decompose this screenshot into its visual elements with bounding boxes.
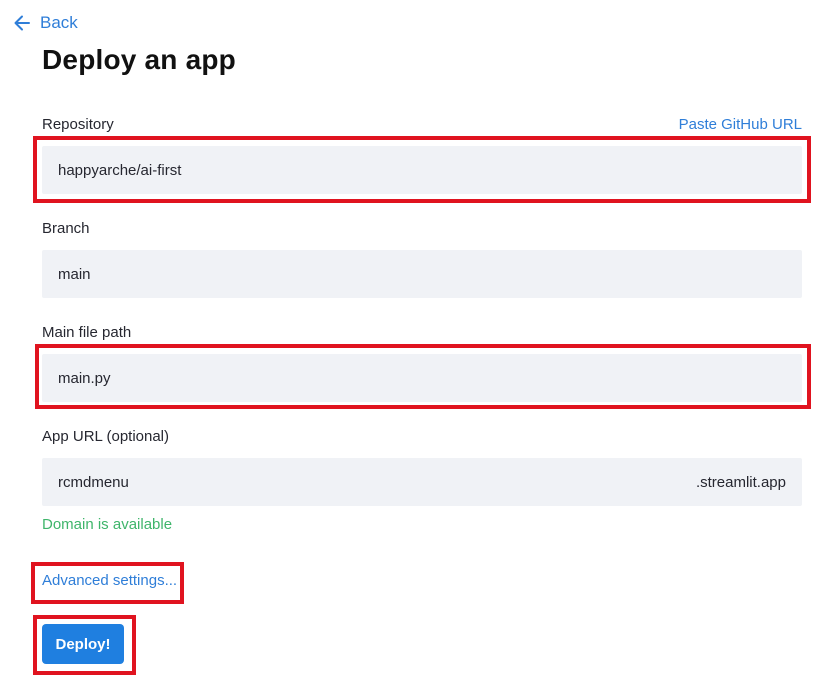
back-label: Back xyxy=(40,13,78,32)
app-url-label: App URL (optional) xyxy=(42,428,170,445)
app-url-value: rcmdmenu xyxy=(58,473,129,491)
main-file-label: Main file path xyxy=(42,324,132,341)
main-file-path-field[interactable]: main.py xyxy=(42,354,802,402)
back-link[interactable]: Back xyxy=(12,10,78,36)
branch-field[interactable]: main xyxy=(42,250,802,298)
main-file-value: main.py xyxy=(58,369,111,387)
domain-status: Domain is available xyxy=(42,516,173,533)
page-title: Deploy an app xyxy=(42,44,236,75)
arrow-left-icon xyxy=(12,13,32,33)
branch-label: Branch xyxy=(42,220,90,237)
advanced-settings-link[interactable]: Advanced settings... xyxy=(42,572,177,589)
app-url-field[interactable]: rcmdmenu .streamlit.app xyxy=(42,458,802,506)
repository-field[interactable]: happyarche/ai-first xyxy=(42,146,802,194)
repository-label: Repository xyxy=(42,116,114,133)
branch-value: main xyxy=(58,265,91,283)
app-url-suffix: .streamlit.app xyxy=(695,473,786,491)
paste-github-url-link[interactable]: Paste GitHub URL xyxy=(679,116,802,133)
repository-value: happyarche/ai-first xyxy=(58,161,182,179)
deploy-button[interactable]: Deploy! xyxy=(42,624,124,664)
